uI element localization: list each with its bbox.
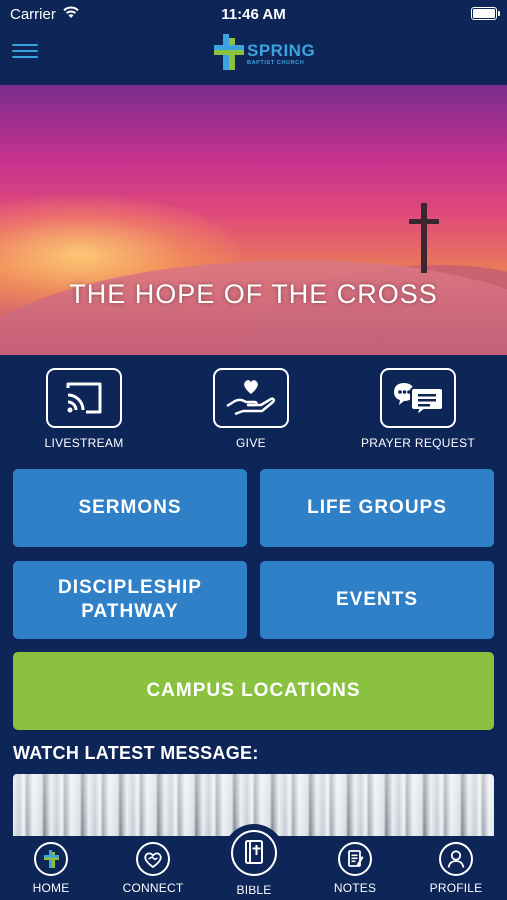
give-label: GIVE: [236, 436, 266, 450]
cast-icon: [46, 368, 122, 428]
events-label: EVENTS: [335, 589, 419, 610]
life-groups-label: LIFE GROUPS: [307, 497, 447, 518]
heart-handshake-icon: [136, 842, 170, 876]
status-bar: Carrier 11:46 AM: [0, 0, 507, 28]
sermons-button[interactable]: SERMONS: [13, 469, 247, 547]
home-cross-icon: [34, 842, 68, 876]
tab-home-label: HOME: [32, 881, 70, 895]
top-navigation-bar: SPRING BAPTIST CHURCH: [0, 28, 507, 84]
status-time: 11:46 AM: [221, 6, 286, 23]
battery-icon: [471, 7, 500, 20]
tab-profile[interactable]: PROFILE: [411, 842, 501, 895]
discipleship-line2: PATHWAY: [81, 601, 179, 622]
tab-connect[interactable]: CONNECT: [108, 842, 198, 895]
heart-hand-icon: [213, 368, 289, 428]
tab-notes[interactable]: NOTES: [310, 842, 400, 895]
discipleship-line1: DISCIPLESHIP: [58, 577, 202, 598]
profile-icon: [439, 842, 473, 876]
livestream-button[interactable]: LIVESTREAM: [19, 368, 149, 450]
logo-cross-icon: [214, 34, 244, 70]
give-button[interactable]: GIVE: [186, 368, 316, 450]
quick-actions: LIVESTREAM GIVE PRAYER REQUEST: [0, 368, 507, 456]
livestream-label: LIVESTREAM: [44, 436, 124, 450]
tab-home[interactable]: HOME: [6, 842, 96, 895]
church-logo: SPRING BAPTIST CHURCH: [212, 32, 316, 74]
hamburger-menu-icon[interactable]: [12, 40, 38, 62]
logo-subtitle: BAPTIST CHURCH: [247, 60, 305, 66]
prayer-request-label: PRAYER REQUEST: [361, 436, 475, 450]
prayer-request-button[interactable]: PRAYER REQUEST: [353, 368, 483, 450]
sermons-label: SERMONS: [78, 497, 182, 518]
events-button[interactable]: EVENTS: [260, 561, 494, 639]
bible-icon: [231, 830, 277, 876]
chat-bubbles-icon: [380, 368, 456, 428]
cross-icon: [421, 203, 427, 273]
life-groups-button[interactable]: LIFE GROUPS: [260, 469, 494, 547]
tab-connect-label: CONNECT: [122, 881, 184, 895]
notes-icon: [338, 842, 372, 876]
latest-message-heading: WATCH LATEST MESSAGE:: [13, 743, 259, 763]
cross-beam: [409, 219, 439, 224]
hero-title: THE HOPE OF THE CROSS: [69, 279, 438, 309]
tab-notes-label: NOTES: [333, 881, 377, 895]
bible-tab-bump: [223, 824, 285, 886]
logo-title: SPRING: [247, 41, 316, 60]
tab-bible[interactable]: BIBLE: [208, 824, 300, 897]
campus-locations-button[interactable]: CAMPUS LOCATIONS: [13, 652, 494, 730]
tab-profile-label: PROFILE: [429, 881, 483, 895]
campus-locations-label: CAMPUS LOCATIONS: [146, 680, 361, 701]
hero-carousel[interactable]: THE HOPE OF THE CROSS: [0, 85, 507, 355]
discipleship-pathway-button[interactable]: DISCIPLESHIP PATHWAY: [13, 561, 247, 639]
bottom-tab-bar: HOME CONNECT BIBLE NOTES PROFILE: [0, 824, 507, 900]
discipleship-pathway-label: DISCIPLESHIP PATHWAY: [58, 576, 202, 624]
